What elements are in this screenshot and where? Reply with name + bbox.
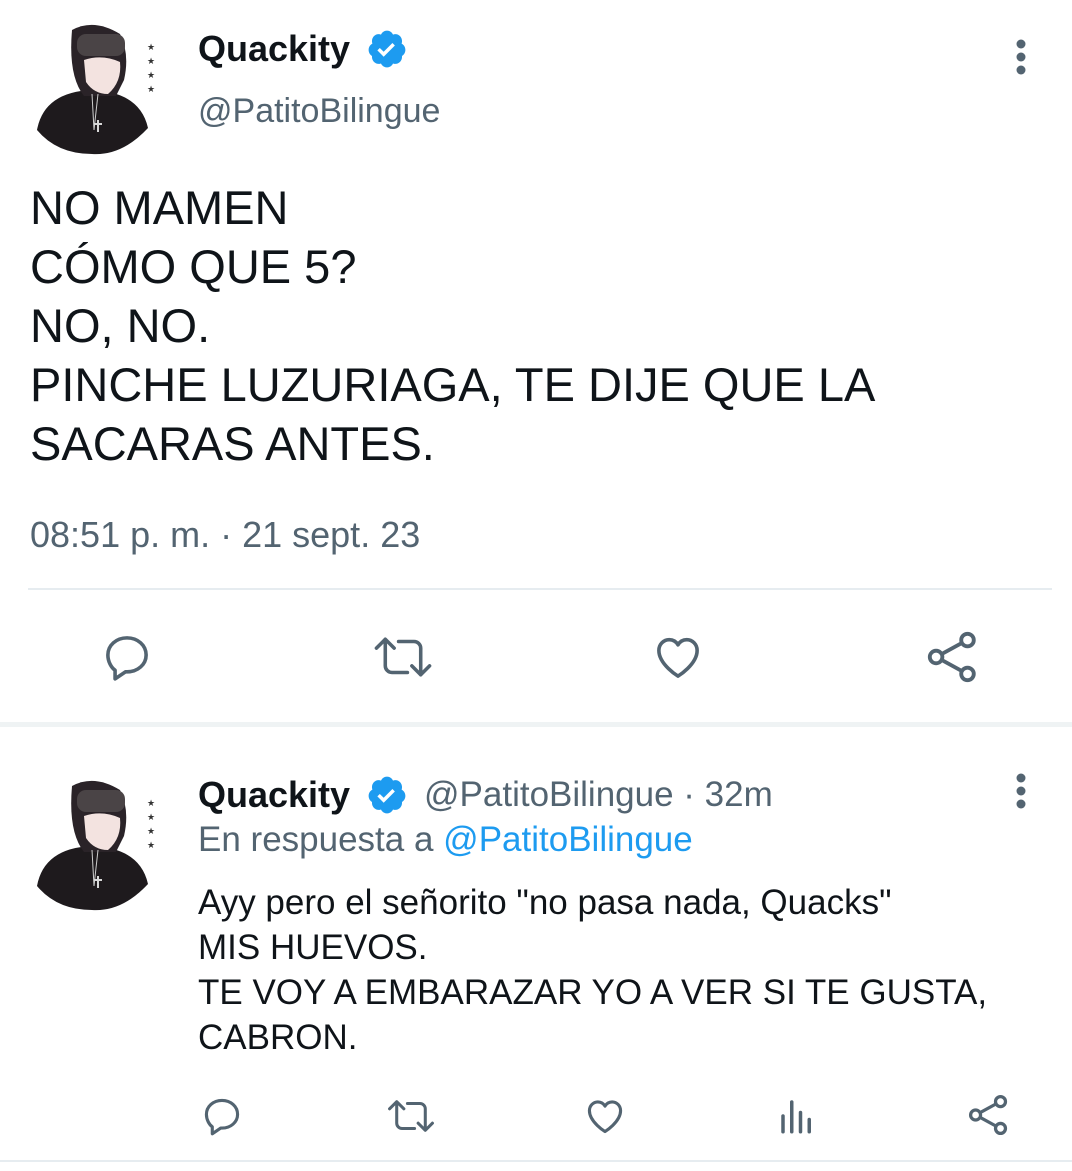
svg-text:★: ★ xyxy=(147,56,155,66)
reply-tweet-text: Ayy pero el señorito "no pasa nada, Quac… xyxy=(198,883,988,1057)
retweet-icon[interactable] xyxy=(386,1094,436,1138)
reply-context: En respuesta a @PatitoBilingue xyxy=(198,818,693,862)
svg-text:★: ★ xyxy=(147,70,155,80)
svg-text:★: ★ xyxy=(147,840,155,850)
svg-text:★: ★ xyxy=(147,826,155,836)
more-options-icon[interactable] xyxy=(1008,772,1034,812)
divider xyxy=(28,588,1052,590)
share-icon[interactable] xyxy=(924,628,982,686)
svg-text:★: ★ xyxy=(147,798,155,808)
tweet-timestamp[interactable]: 08:51 p. m. · 21 sept. 23 xyxy=(30,512,420,558)
divider xyxy=(0,1160,1072,1162)
reply-context-label: En respuesta a xyxy=(198,820,434,859)
verified-badge-icon xyxy=(366,28,408,70)
section-divider xyxy=(0,722,1072,727)
reply-handle-time[interactable]: @PatitoBilingue · 32m xyxy=(424,774,773,816)
share-icon[interactable] xyxy=(966,1092,1012,1138)
like-icon[interactable] xyxy=(582,1094,628,1138)
reply-avatar[interactable]: ★ ★ ★ ★ xyxy=(32,776,160,912)
avatar[interactable]: ★ ★ ★ ★ xyxy=(32,20,160,156)
display-name[interactable]: Quackity xyxy=(198,28,350,70)
reply-icon[interactable] xyxy=(100,630,154,684)
analytics-icon[interactable] xyxy=(776,1094,818,1138)
handle[interactable]: @PatitoBilingue xyxy=(198,90,440,132)
more-options-icon[interactable] xyxy=(1008,38,1034,78)
svg-text:★: ★ xyxy=(147,42,155,52)
verified-badge-icon xyxy=(366,774,408,816)
retweet-icon[interactable] xyxy=(372,630,434,684)
like-icon[interactable] xyxy=(650,630,706,684)
reply-icon[interactable] xyxy=(200,1094,244,1138)
reply-display-name[interactable]: Quackity xyxy=(198,774,350,816)
svg-text:★: ★ xyxy=(147,812,155,822)
tweet-text: NO MAMEN CÓMO QUE 5? NO, NO. PINCHE LUZU… xyxy=(30,181,876,470)
svg-text:★: ★ xyxy=(147,84,155,94)
reply-to-link[interactable]: @PatitoBilingue xyxy=(443,820,693,859)
